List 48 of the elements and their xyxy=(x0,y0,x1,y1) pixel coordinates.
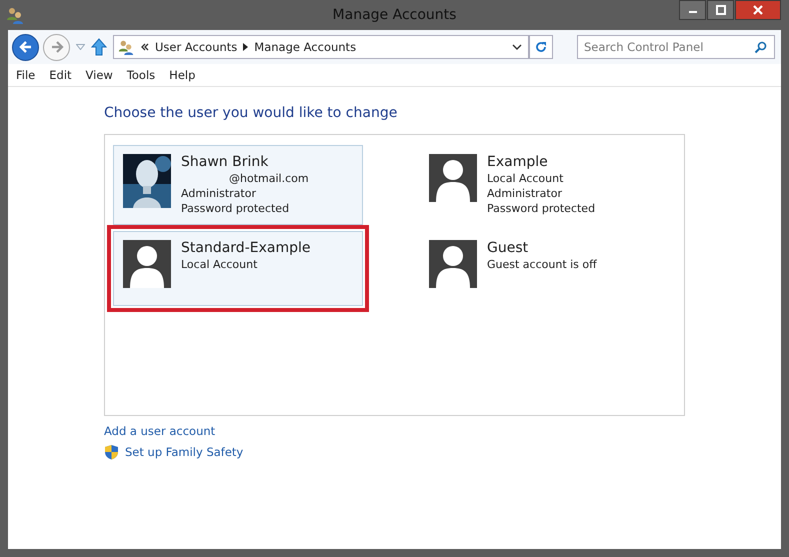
account-name: Example xyxy=(487,154,549,170)
shield-icon xyxy=(104,444,119,460)
account-detail: Password protected xyxy=(181,201,290,216)
separator-arrow-icon xyxy=(243,43,248,51)
user-silhouette-icon xyxy=(123,240,171,288)
account-detail: @hotmail.com xyxy=(228,171,309,186)
account-name: Standard-Example xyxy=(181,240,310,256)
search-icon xyxy=(754,41,767,54)
account-detail: Administrator xyxy=(181,186,257,201)
breadcrumb[interactable]: User Accounts xyxy=(155,40,238,54)
user-silhouette-icon xyxy=(429,154,477,202)
users-icon xyxy=(117,39,135,55)
menu-item[interactable]: File xyxy=(16,68,36,82)
search-field[interactable]: Search Control Panel xyxy=(577,35,775,59)
refresh-button[interactable] xyxy=(529,35,553,59)
forward-arrow-icon xyxy=(50,40,64,54)
refresh-icon xyxy=(535,41,547,53)
up-arrow-icon[interactable] xyxy=(91,38,107,56)
link[interactable]: Add a user account xyxy=(104,424,685,438)
account-tile[interactable]: Guest Guest account is off xyxy=(419,231,669,306)
menu-item[interactable]: Edit xyxy=(49,68,72,82)
maximize-icon xyxy=(716,5,726,15)
account-name: Guest xyxy=(487,240,530,256)
breadcrumb[interactable]: Manage Accounts xyxy=(254,40,356,54)
minimize-button[interactable] xyxy=(679,0,706,20)
account-detail: Guest account is off xyxy=(487,257,597,272)
account-detail: Local Account xyxy=(487,171,564,186)
menu-item[interactable]: Help xyxy=(169,68,196,82)
maximize-button[interactable] xyxy=(707,0,734,20)
window-title: Manage Accounts xyxy=(332,7,456,23)
account-tile[interactable]: Example Local Account Administrator Password protected xyxy=(419,145,669,225)
close-button[interactable] xyxy=(735,0,781,20)
user-silhouette-icon xyxy=(429,240,477,288)
account-detail: Administrator xyxy=(487,186,563,201)
account-tile[interactable]: Shawn Brink @hotmail.com Administrator Password protected xyxy=(113,145,363,225)
link[interactable]: Set up Family Safety xyxy=(104,444,685,460)
chevron-icon xyxy=(141,43,149,51)
users-icon xyxy=(6,6,24,24)
back-button[interactable] xyxy=(12,34,39,60)
page-heading: Choose the user you would like to change xyxy=(104,105,398,121)
account-detail: Password protected xyxy=(487,201,596,216)
address-bar[interactable]: User Accounts Manage Accounts xyxy=(113,35,529,59)
close-icon xyxy=(753,5,763,15)
account-name: Shawn Brink xyxy=(181,154,270,170)
back-arrow-icon xyxy=(18,40,32,54)
menu-item[interactable]: View xyxy=(86,68,113,82)
account-detail: Local Account xyxy=(181,257,258,272)
menu-item[interactable]: Tools xyxy=(126,68,156,82)
